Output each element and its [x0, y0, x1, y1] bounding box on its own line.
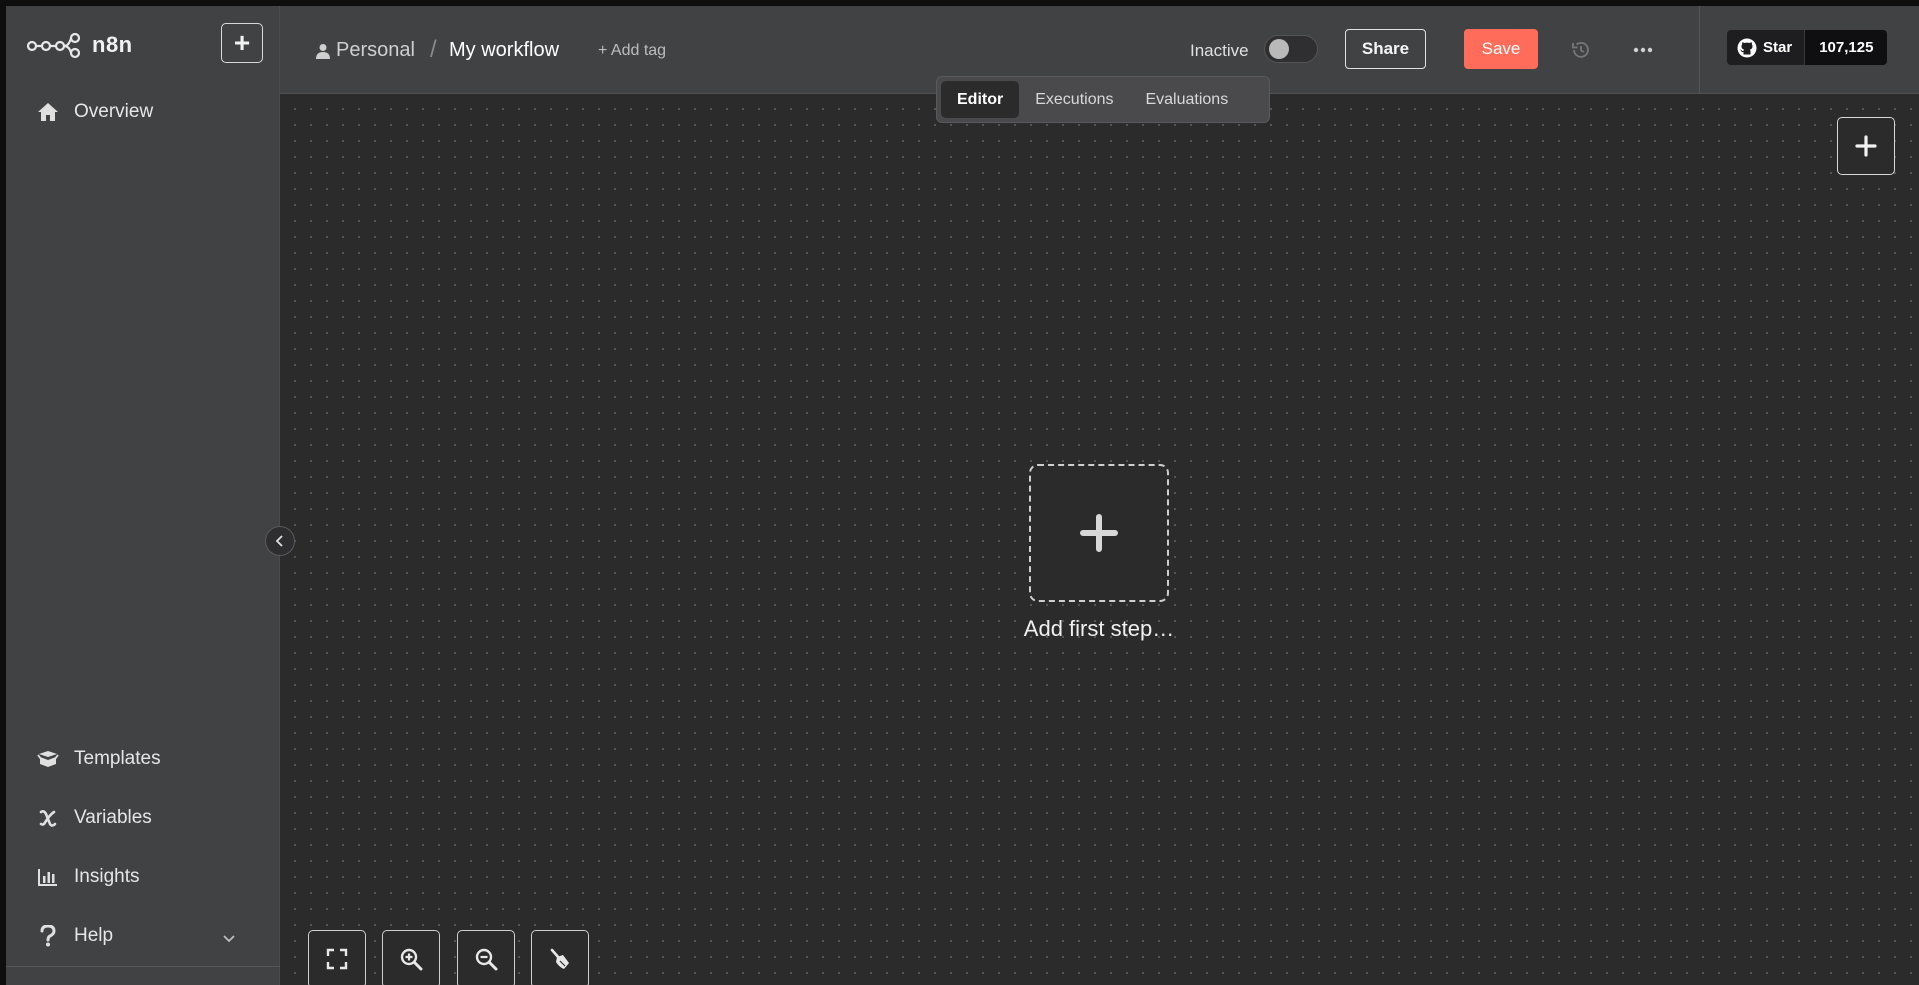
variable-icon — [36, 806, 60, 830]
breadcrumb-project-label: Personal — [336, 39, 415, 61]
header-divider — [1699, 6, 1700, 94]
sidebar-item-help[interactable]: Help — [36, 924, 236, 948]
open-nodes-panel-button[interactable] — [1837, 117, 1895, 175]
more-options-button[interactable] — [1630, 37, 1656, 63]
n8n-logo-icon — [26, 32, 81, 59]
broom-icon — [550, 948, 569, 969]
history-icon — [1572, 41, 1589, 58]
app-window: n8n + Overview Templates Variables Insig… — [6, 6, 1919, 985]
zoom-in-button[interactable] — [382, 930, 440, 985]
ellipsis-icon — [1633, 47, 1653, 53]
tab-executions[interactable]: Executions — [1019, 81, 1129, 118]
sidebar-item-variables[interactable]: Variables — [36, 806, 152, 830]
add-tag-button[interactable]: + Add tag — [598, 42, 666, 60]
active-state-label: Inactive — [1190, 41, 1249, 60]
box-open-icon — [36, 747, 60, 771]
add-first-step-button[interactable] — [1029, 464, 1169, 602]
chevron-down-icon — [222, 928, 236, 950]
zoom-in-icon — [400, 948, 423, 971]
breadcrumb-separator: / — [430, 36, 437, 63]
view-tabs: Editor Executions Evaluations — [936, 76, 1270, 123]
sidebar-item-label: Templates — [74, 748, 161, 769]
chevron-left-icon — [275, 535, 283, 547]
github-star-count: 107,125 — [1805, 30, 1888, 65]
sidebar-collapse-button[interactable] — [265, 526, 295, 556]
sidebar-item-insights[interactable]: Insights — [36, 865, 139, 889]
plus-icon — [1855, 135, 1877, 157]
workflow-canvas[interactable]: Add first step… — [281, 95, 1919, 985]
sidebar-item-label: Overview — [74, 101, 154, 122]
plus-icon — [1080, 514, 1118, 552]
share-button[interactable]: Share — [1345, 29, 1426, 69]
breadcrumb-project[interactable]: Personal — [316, 39, 415, 62]
github-star-button[interactable]: Star 107,125 — [1727, 30, 1888, 65]
history-button[interactable] — [1568, 37, 1594, 63]
tab-evaluations[interactable]: Evaluations — [1129, 81, 1244, 118]
github-icon — [1737, 38, 1757, 57]
sidebar-item-templates[interactable]: Templates — [36, 747, 161, 771]
sidebar-item-label: Insights — [74, 866, 140, 887]
chart-bar-icon — [36, 865, 60, 889]
tab-editor[interactable]: Editor — [941, 81, 1020, 118]
create-new-button[interactable]: + — [221, 23, 263, 63]
workflow-name[interactable]: My workflow — [449, 39, 559, 62]
user-icon — [316, 43, 330, 59]
sidebar-item-label: Help — [74, 925, 114, 946]
active-toggle[interactable] — [1264, 35, 1318, 63]
sidebar-divider — [6, 966, 280, 967]
add-first-step-label: Add first step… — [1023, 616, 1175, 641]
github-star-label: Star — [1763, 39, 1793, 56]
sidebar-item-overview[interactable]: Overview — [36, 100, 153, 124]
save-button[interactable]: Save — [1464, 29, 1538, 69]
logo[interactable]: n8n — [26, 31, 133, 59]
zoom-out-button[interactable] — [457, 930, 515, 985]
github-star: Star — [1727, 30, 1806, 65]
zoom-out-icon — [475, 948, 498, 971]
sidebar: n8n + Overview Templates Variables Insig… — [6, 6, 280, 985]
logo-text: n8n — [92, 32, 133, 57]
home-icon — [36, 100, 60, 124]
toggle-knob — [1269, 39, 1289, 59]
expand-icon — [326, 948, 348, 970]
tidy-up-button[interactable] — [531, 930, 589, 985]
zoom-to-fit-button[interactable] — [308, 930, 366, 985]
question-icon — [36, 924, 60, 948]
sidebar-item-label: Variables — [74, 807, 152, 828]
